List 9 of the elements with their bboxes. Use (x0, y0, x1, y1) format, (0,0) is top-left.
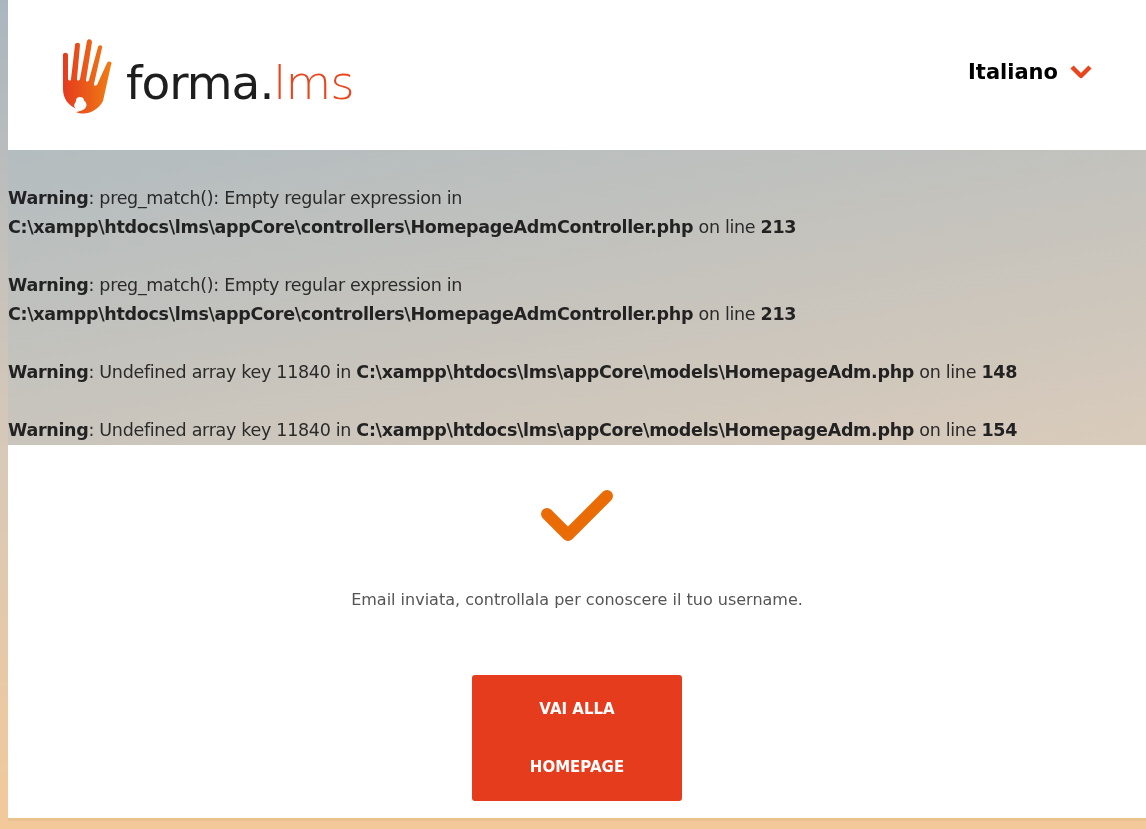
logo-text: forma.lms (126, 54, 354, 110)
warning-message: Warning: Undefined array key 11840 in C:\xampp\htdocs\lms\appCore\models\HomepageAdm.php on line 148 (8, 361, 1019, 384)
confirmation-message: Email inviata, controllala per conoscere il tuo username. (351, 590, 803, 609)
warning-message: Warning: preg_match(): Empty regular expression in C:\xampp\htdocs\lms\appCore\controllers\HomepageAdmController.php on line 213 (8, 274, 798, 326)
homepage-button[interactable]: VAI ALLA HOMEPAGE (472, 675, 682, 801)
chevron-down-icon (1070, 65, 1092, 79)
language-selector[interactable]: Italiano (968, 60, 1092, 84)
warning-message: Warning: preg_match(): Empty regular expression in C:\xampp\htdocs\lms\appCore\controllers\HomepageAdmController.php on line 213 (8, 187, 798, 239)
warning-message: Warning: Undefined array key 11840 in C:\xampp\htdocs\lms\appCore\models\HomepageAdm.php on line 154 (8, 419, 1019, 442)
